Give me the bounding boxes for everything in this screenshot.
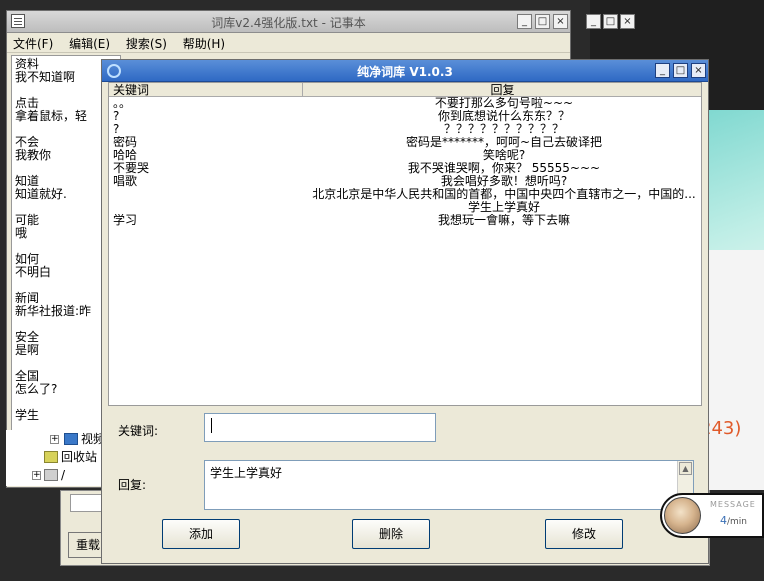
- list-item-keyword: ?: [113, 123, 120, 136]
- scroll-up-icon[interactable]: ▲: [679, 462, 692, 475]
- list-item[interactable]: 学习 我想玩一會嘛，等下去嘛: [109, 214, 701, 227]
- list-item-reply: 不要打那么多句号啦~~~: [434, 97, 574, 110]
- minimize-icon[interactable]: _: [655, 63, 670, 78]
- minimize-icon[interactable]: _: [586, 14, 601, 29]
- list-item-reply: 笑啥呢?: [482, 149, 526, 162]
- list-header: 关键词 回复: [109, 83, 701, 97]
- menu-file[interactable]: 文件(F): [7, 33, 59, 54]
- app-title: 纯净词库 V1.0.3: [357, 65, 453, 79]
- add-button[interactable]: 添加: [162, 519, 240, 549]
- list-item[interactable]: 唱歌 我会唱好多歌！想听吗?: [109, 175, 701, 188]
- list-item-reply: 你到底想说什么东东？？: [437, 110, 570, 123]
- maximize-icon[interactable]: □: [673, 63, 688, 78]
- recycle-bin-icon: [44, 451, 58, 463]
- list-item[interactable]: 不要哭 我不哭谁哭啊，你来？ 55555~~~: [109, 162, 701, 175]
- list-item-keyword: 唱歌: [113, 175, 138, 188]
- notepad-menubar: 文件(F) 编辑(E) 搜索(S) 帮助(H): [7, 33, 570, 53]
- expand-icon[interactable]: +: [32, 471, 41, 480]
- list-item-keyword: ?: [113, 110, 120, 123]
- close-icon[interactable]: ×: [691, 63, 706, 78]
- list-item[interactable]: ? ？？？？？？？？？？: [109, 123, 701, 136]
- list-item-keyword: 哈哈: [113, 149, 138, 162]
- menu-search[interactable]: 搜索(S): [120, 33, 173, 54]
- message-label: MESSAGE: [710, 500, 756, 509]
- reply-input[interactable]: 学生上学真好 ▲: [204, 460, 694, 510]
- list-item-reply: 学生上学真好: [467, 201, 540, 214]
- list-item[interactable]: 北京北京是中华人民共和国的首都，中国中央四个直辖市之一，中国的...: [109, 188, 701, 201]
- menu-edit[interactable]: 编辑(E): [63, 33, 116, 54]
- tree-item[interactable]: /: [44, 466, 65, 484]
- close-icon[interactable]: ×: [553, 14, 568, 29]
- keyword-input[interactable]: [204, 413, 436, 442]
- message-widget[interactable]: MESSAGE 4/min: [660, 493, 764, 538]
- list-item-reply: 我想玩一會嘛，等下去嘛: [437, 214, 570, 227]
- menu-help[interactable]: 帮助(H): [177, 33, 231, 54]
- list-item-keyword: 密码: [113, 136, 138, 149]
- column-header-keyword[interactable]: 关键词: [113, 83, 303, 97]
- keyword-label: 关键词:: [118, 424, 159, 438]
- minimize-icon[interactable]: _: [517, 14, 532, 29]
- message-rate: 4/min: [720, 514, 748, 527]
- reply-label: 回复:: [118, 478, 147, 492]
- list-item[interactable]: ? 你到底想说什么东东？？: [109, 110, 701, 123]
- list-item[interactable]: 。。 不要打那么多句号啦~~~: [109, 97, 701, 110]
- list-item-reply: ？？？？？？？？？？: [443, 123, 564, 136]
- maximize-icon[interactable]: □: [603, 14, 618, 29]
- app-window: 纯净词库 V1.0.3 _ □ × 关键词 回复 。。 不要打那么多句号啦~~~?…: [101, 59, 709, 564]
- text-caret: [211, 418, 212, 433]
- maximize-icon[interactable]: □: [535, 14, 550, 29]
- desktop-wallpaper-light: [700, 250, 764, 490]
- list-item-reply: 密码是*******，呵呵~自己去破译把: [405, 136, 603, 149]
- list-item-reply: 我会唱好多歌！想听吗?: [440, 175, 568, 188]
- word-list[interactable]: 关键词 回复 。。 不要打那么多句号啦~~~? 你到底想说什么东东？？? ？？？？？？…: [108, 82, 702, 406]
- app-titlebar[interactable]: 纯净词库 V1.0.3 _ □ ×: [102, 60, 708, 82]
- background-dialog-field[interactable]: [70, 494, 102, 512]
- drive-icon: [44, 469, 58, 481]
- tree-item[interactable]: 视频: [64, 430, 105, 448]
- notepad-titlebar[interactable]: 词库v2.4强化版.txt - 记事本 _ □ ×: [7, 11, 570, 33]
- close-icon[interactable]: ×: [620, 14, 635, 29]
- reply-input-value: 学生上学真好: [210, 466, 283, 480]
- list-item-reply: 北京北京是中华人民共和国的首都，中国中央四个直辖市之一，中国的...: [312, 188, 696, 201]
- list-item-keyword: 。。: [113, 97, 132, 110]
- avatar: [664, 497, 701, 534]
- list-item[interactable]: 学生上学真好: [109, 201, 701, 214]
- list-item-keyword: 不要哭: [113, 162, 150, 175]
- list-item[interactable]: 哈哈 笑啥呢?: [109, 149, 701, 162]
- folder-icon: [64, 433, 78, 445]
- file-tree: + 视频 回收站 + /: [6, 430, 116, 486]
- modify-button[interactable]: 修改: [545, 519, 623, 549]
- notepad-title: 词库v2.4强化版.txt - 记事本: [211, 16, 366, 30]
- list-item-reply: 我不哭谁哭啊，你来？ 55555~~~: [407, 162, 601, 175]
- expand-icon[interactable]: +: [50, 435, 59, 444]
- list-item[interactable]: 密码 密码是*******，呵呵~自己去破译把: [109, 136, 701, 149]
- tree-item[interactable]: 回收站: [44, 448, 97, 466]
- list-item-keyword: 学习: [113, 214, 138, 227]
- delete-button[interactable]: 删除: [352, 519, 430, 549]
- column-header-reply[interactable]: 回复: [304, 83, 701, 97]
